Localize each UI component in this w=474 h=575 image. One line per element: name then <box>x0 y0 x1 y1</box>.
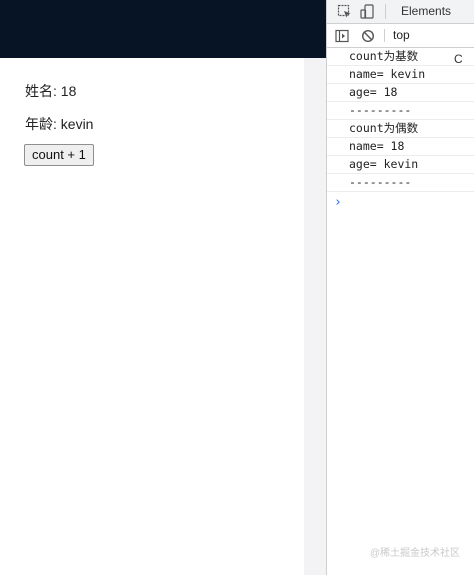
console-message: count为偶数 <box>327 120 474 138</box>
tab-elements[interactable]: Elements <box>401 0 451 23</box>
toolbar-divider <box>384 29 385 42</box>
console-message: name= 18 <box>327 138 474 156</box>
console-output: count为基数 name= kevin age= 18 --------- c… <box>327 48 474 192</box>
console-message: count为基数 <box>327 48 474 66</box>
console-message: age= 18 <box>327 84 474 102</box>
inspect-element-icon[interactable] <box>336 3 353 20</box>
tab-divider <box>385 4 386 19</box>
page-header <box>0 0 326 58</box>
name-text: 姓名: 18 <box>25 83 77 99</box>
console-message: --------- <box>327 174 474 192</box>
console-message: age= kevin <box>327 156 474 174</box>
device-toolbar-icon[interactable] <box>359 3 376 20</box>
console-message: name= kevin <box>327 66 474 84</box>
devtools-tabbar: Elements C <box>327 0 474 66</box>
watermark: @稀土掘金技术社区 <box>369 548 460 559</box>
age-text: 年龄: kevin <box>25 116 94 132</box>
page-content: 姓名: 18 年龄: kevin count + 1 <box>0 58 304 575</box>
web-page: 姓名: 18 年龄: kevin count + 1 <box>0 0 326 575</box>
devtools-panel: Elements C top count为基数 name= kevin age=… <box>326 0 474 575</box>
console-prompt-chevron-icon[interactable]: › <box>334 195 342 210</box>
count-increment-button[interactable]: count + 1 <box>24 144 94 166</box>
clear-console-icon[interactable] <box>360 28 375 43</box>
console-toolbar: top <box>327 24 474 48</box>
console-message: --------- <box>327 102 474 120</box>
show-sidebar-icon[interactable] <box>334 28 349 43</box>
context-selector[interactable]: top <box>393 24 410 47</box>
